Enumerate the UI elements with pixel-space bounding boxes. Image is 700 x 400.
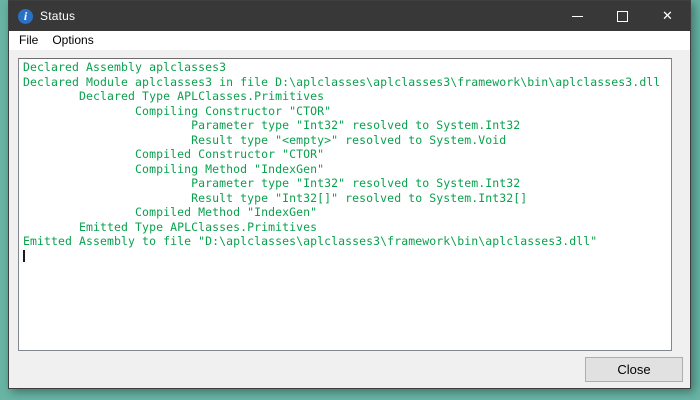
close-window-button[interactable]: ✕: [645, 1, 690, 31]
menu-item-options[interactable]: Options: [45, 32, 100, 49]
menu-item-file[interactable]: File: [12, 32, 45, 49]
maximize-icon: [617, 11, 628, 22]
text-caret: [23, 250, 25, 262]
log-textarea[interactable]: Declared Assembly aplclasses3 Declared M…: [18, 58, 672, 351]
window-controls: ✕: [555, 1, 690, 31]
window-body: Declared Assembly aplclasses3 Declared M…: [9, 50, 690, 388]
log-text: Declared Assembly aplclasses3 Declared M…: [19, 59, 671, 249]
minimize-icon: [572, 16, 583, 17]
window-title: Status: [40, 9, 75, 23]
maximize-button[interactable]: [600, 1, 645, 31]
footer: Close: [9, 351, 690, 388]
minimize-button[interactable]: [555, 1, 600, 31]
titlebar[interactable]: i Status ✕: [9, 1, 690, 31]
menu-bar: File Options: [9, 31, 690, 50]
status-window: i Status ✕ File Options Declared Assembl…: [8, 0, 691, 389]
info-icon-glyph: i: [24, 9, 27, 24]
info-icon: i: [18, 9, 33, 24]
close-button[interactable]: Close: [585, 357, 683, 382]
close-icon: ✕: [662, 10, 673, 23]
